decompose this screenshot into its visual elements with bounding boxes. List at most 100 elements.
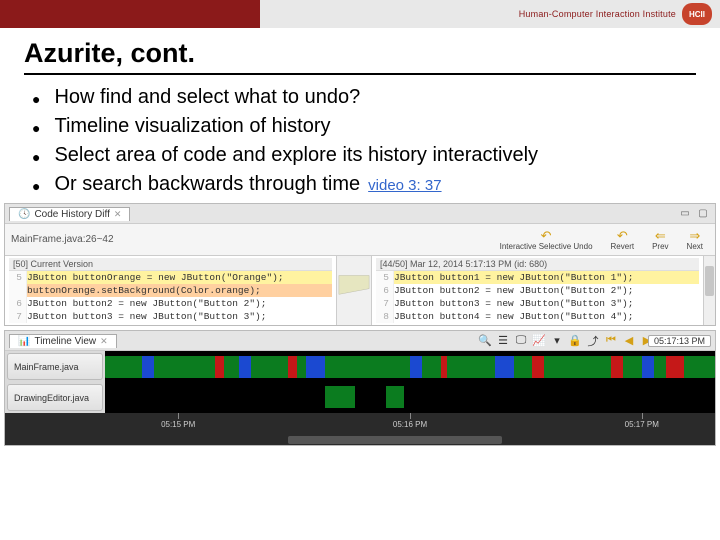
bullet-text: Or search backwards through time xyxy=(54,173,360,195)
scrollbar-thumb[interactable] xyxy=(705,266,714,296)
tab-row: 🕓 Code History Diff ✕ ▭ ▢ xyxy=(5,204,715,224)
code-text: JButton button3 = new JButton("Button 3"… xyxy=(27,310,266,323)
tick-label: 05:15 PM xyxy=(161,420,195,429)
gutter-line-number: 6 xyxy=(376,284,394,297)
gutter-line-number: 5 xyxy=(376,271,394,284)
chevron-down-icon[interactable]: ▾ xyxy=(549,333,565,349)
tab-timeline-view[interactable]: 📊 Timeline View ✕ xyxy=(9,334,117,348)
timeline-view-panel: 📊 Timeline View ✕ 🔍 ☰ 🖵 📈 ▾ 🔒 ⤴ ⏮ ◀ ▶ ⏭ … xyxy=(4,330,716,446)
undo-arrow-icon: ↶ xyxy=(617,229,628,242)
file-range-label: MainFrame.java:26~42 xyxy=(11,234,114,245)
button-label: Interactive Selective Undo xyxy=(500,242,593,251)
filter-icon[interactable]: ☰ xyxy=(495,333,511,349)
left-version-column: [50] Current Version 5JButton buttonOran… xyxy=(5,256,336,325)
skip-back-icon[interactable]: ⏮ xyxy=(603,333,619,349)
vertical-scrollbar[interactable] xyxy=(703,256,715,325)
bullet-item: ● Timeline visualization of history xyxy=(32,114,688,139)
code-text: JButton button1 = new JButton("Button 1"… xyxy=(394,271,633,284)
button-label: Prev xyxy=(652,242,668,251)
button-label: Revert xyxy=(611,242,635,251)
right-version-column: [44/50] Mar 12, 2014 5:17:13 PM (id: 680… xyxy=(372,256,703,325)
video-link[interactable]: video 3: 37 xyxy=(368,177,441,194)
code-line[interactable]: 6JButton button2 = new JButton("Button 2… xyxy=(376,284,699,297)
code-line[interactable]: 7JButton button3 = new JButton("Button 3… xyxy=(376,297,699,310)
bullet-item: ● Or search backwards through time video 3… xyxy=(32,172,688,197)
prev-button[interactable]: ⇐Prev xyxy=(646,227,674,253)
gutter-line-number: 8 xyxy=(376,310,394,323)
bullet-icon: ● xyxy=(32,120,40,139)
tab-code-history-diff[interactable]: 🕓 Code History Diff ✕ xyxy=(9,207,130,221)
tick-label: 05:16 PM xyxy=(393,420,427,429)
timeline-track[interactable] xyxy=(105,353,715,381)
code-line[interactable]: buttonOrange.setBackground(Color.orange)… xyxy=(9,284,332,297)
button-label: Next xyxy=(687,242,703,251)
code-text: JButton button2 = new JButton("Button 2"… xyxy=(394,284,633,297)
timeline-clock: 05:17:13 PM xyxy=(648,335,711,347)
tab-label: Timeline View xyxy=(34,336,96,347)
gutter-line-number xyxy=(9,284,27,297)
undo-arrow-icon: ↶ xyxy=(541,229,552,242)
timeline-track[interactable] xyxy=(105,383,715,411)
gutter-line-number: 6 xyxy=(9,297,27,310)
version-header-right: [44/50] Mar 12, 2014 5:17:13 PM (id: 680… xyxy=(376,258,699,271)
search-icon[interactable]: 🔍 xyxy=(477,333,493,349)
tab-row: 📊 Timeline View ✕ 🔍 ☰ 🖵 📈 ▾ 🔒 ⤴ ⏮ ◀ ▶ ⏭ … xyxy=(5,331,715,351)
next-button[interactable]: ⇒Next xyxy=(681,227,709,253)
timeline-body[interactable]: MainFrame.java DrawingEditor.java xyxy=(5,351,715,413)
slide-header: Human-Computer Interaction Institute HCI… xyxy=(0,0,720,28)
bullet-text: Timeline visualization of history xyxy=(54,114,330,139)
scrollbar-thumb[interactable] xyxy=(288,436,502,444)
gutter-line-number: 5 xyxy=(9,271,27,284)
diff-toolbar: MainFrame.java:26~42 ↶Interactive Select… xyxy=(5,224,715,256)
arrow-right-icon: ⇒ xyxy=(689,229,700,242)
bullet-icon: ● xyxy=(32,149,40,168)
timeline-file-labels: MainFrame.java DrawingEditor.java xyxy=(5,351,105,413)
code-history-diff-panel: 🕓 Code History Diff ✕ ▭ ▢ MainFrame.java… xyxy=(4,203,716,326)
maximize-icon[interactable]: ▢ xyxy=(695,206,711,222)
bullet-icon: ● xyxy=(32,91,40,110)
code-line[interactable]: 8JButton button4 = new JButton("Button 4… xyxy=(376,310,699,323)
code-text: JButton button2 = new JButton("Button 2"… xyxy=(27,297,266,310)
version-header-left: [50] Current Version xyxy=(9,258,332,271)
code-text: JButton button3 = new JButton("Button 3"… xyxy=(394,297,633,310)
code-text: JButton buttonOrange = new JButton("Oran… xyxy=(27,271,284,284)
tick-label: 05:17 PM xyxy=(625,420,659,429)
timeline-file-label[interactable]: DrawingEditor.java xyxy=(7,384,103,411)
arrow-left-icon: ⇐ xyxy=(655,229,666,242)
step-back-icon[interactable]: ◀ xyxy=(621,333,637,349)
diff-split: [50] Current Version 5JButton buttonOran… xyxy=(5,256,715,325)
revert-button[interactable]: ↶Revert xyxy=(605,227,641,253)
close-icon[interactable]: ✕ xyxy=(114,209,122,220)
page-title: Azurite, cont. xyxy=(0,28,720,71)
interactive-selective-undo-button[interactable]: ↶Interactive Selective Undo xyxy=(494,227,599,253)
code-line[interactable]: 5JButton button1 = new JButton("Button 1… xyxy=(376,271,699,284)
timeline-file-label[interactable]: MainFrame.java xyxy=(7,353,103,380)
bullet-text: Select area of code and explore its hist… xyxy=(54,143,538,168)
bullet-item: ● Select area of code and explore its his… xyxy=(32,143,688,168)
code-line[interactable]: 5JButton buttonOrange = new JButton("Ora… xyxy=(9,271,332,284)
screenshot-icon[interactable]: 🖵 xyxy=(513,333,529,349)
code-lines-right[interactable]: 5JButton button1 = new JButton("Button 1… xyxy=(376,271,699,323)
gutter-line-number: 7 xyxy=(9,310,27,323)
lock-icon[interactable]: 🔒 xyxy=(567,333,583,349)
bullet-text: How find and select what to undo? xyxy=(54,85,360,110)
bullet-list: ● How find and select what to undo? ● Time… xyxy=(0,85,720,197)
hcii-logo-icon: HCII xyxy=(682,3,712,25)
export-icon[interactable]: ⤴ xyxy=(585,333,601,349)
tab-label: Code History Diff xyxy=(34,209,109,220)
title-rule xyxy=(24,73,696,75)
chart-icon[interactable]: 📈 xyxy=(531,333,547,349)
code-text: buttonOrange.setBackground(Color.orange)… xyxy=(27,284,261,297)
bullet-icon: ● xyxy=(32,178,40,197)
code-line[interactable]: 6JButton button2 = new JButton("Button 2… xyxy=(9,297,332,310)
timeline-tracks[interactable] xyxy=(105,351,715,413)
header-brand-area: Human-Computer Interaction Institute HCI… xyxy=(260,0,720,28)
close-icon[interactable]: ✕ xyxy=(100,336,108,347)
horizontal-scrollbar[interactable] xyxy=(105,435,715,445)
code-text: JButton button4 = new JButton("Button 4"… xyxy=(394,310,633,323)
brand-text: Human-Computer Interaction Institute xyxy=(519,9,676,19)
minimize-icon[interactable]: ▭ xyxy=(677,206,693,222)
code-line[interactable]: 7JButton button3 = new JButton("Button 3… xyxy=(9,310,332,323)
clock-icon: 🕓 xyxy=(18,209,30,220)
code-lines-left[interactable]: 5JButton buttonOrange = new JButton("Ora… xyxy=(9,271,332,323)
